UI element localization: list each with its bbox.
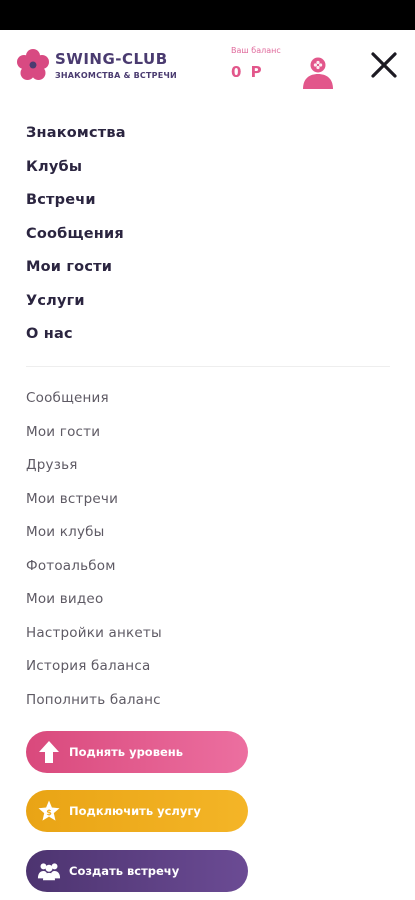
brand-tagline: ЗНАКОМСТВА & ВСТРЕЧИ xyxy=(55,71,177,80)
account-item-friends[interactable]: Друзья xyxy=(26,454,162,488)
connect-service-button[interactable]: $ Подключить услугу xyxy=(26,790,248,832)
nav-item-dating[interactable]: Знакомства xyxy=(26,122,126,156)
account-item-photo-album[interactable]: Фотоальбом xyxy=(26,555,162,589)
connect-service-label: Подключить услугу xyxy=(69,804,201,818)
balance-value[interactable]: 0 Р xyxy=(231,63,264,81)
user-avatar-icon[interactable] xyxy=(300,54,336,90)
level-up-label: Поднять уровень xyxy=(69,745,184,759)
menu-divider xyxy=(26,366,390,367)
account-item-my-meetings[interactable]: Мои встречи xyxy=(26,488,162,522)
main-nav: Знакомства Клубы Встречи Сообщения Мои г… xyxy=(26,122,126,357)
star-icon: $ xyxy=(37,799,61,823)
account-item-top-up-balance[interactable]: Пополнить баланс xyxy=(26,689,162,723)
svg-text:$: $ xyxy=(46,808,52,817)
nav-item-messages[interactable]: Сообщения xyxy=(26,223,126,257)
account-item-my-clubs[interactable]: Мои клубы xyxy=(26,521,162,555)
account-item-my-guests[interactable]: Мои гости xyxy=(26,421,162,455)
account-nav: Сообщения Мои гости Друзья Мои встречи М… xyxy=(26,387,162,722)
nav-item-about[interactable]: О нас xyxy=(26,323,126,357)
account-item-messages[interactable]: Сообщения xyxy=(26,387,162,421)
account-item-profile-settings[interactable]: Настройки анкеты xyxy=(26,622,162,656)
account-item-balance-history[interactable]: История баланса xyxy=(26,655,162,689)
level-up-button[interactable]: Поднять уровень xyxy=(26,731,248,773)
balance-label: Ваш баланс xyxy=(231,46,281,55)
create-meeting-label: Создать встречу xyxy=(69,864,180,878)
status-bar xyxy=(0,0,415,30)
flower-logo-icon[interactable] xyxy=(16,48,50,82)
header: SWING-CLUB ЗНАКОМСТВА & ВСТРЕЧИ Ваш бала… xyxy=(0,30,415,102)
create-meeting-button[interactable]: Создать встречу xyxy=(26,850,248,892)
nav-item-clubs[interactable]: Клубы xyxy=(26,156,126,190)
account-item-my-videos[interactable]: Мои видео xyxy=(26,588,162,622)
people-icon xyxy=(37,859,61,883)
brand-name[interactable]: SWING-CLUB xyxy=(55,50,168,68)
close-icon[interactable] xyxy=(369,50,399,80)
nav-item-my-guests[interactable]: Мои гости xyxy=(26,256,126,290)
nav-item-meetings[interactable]: Встречи xyxy=(26,189,126,223)
nav-item-services[interactable]: Услуги xyxy=(26,290,126,324)
arrow-up-icon xyxy=(37,740,61,764)
